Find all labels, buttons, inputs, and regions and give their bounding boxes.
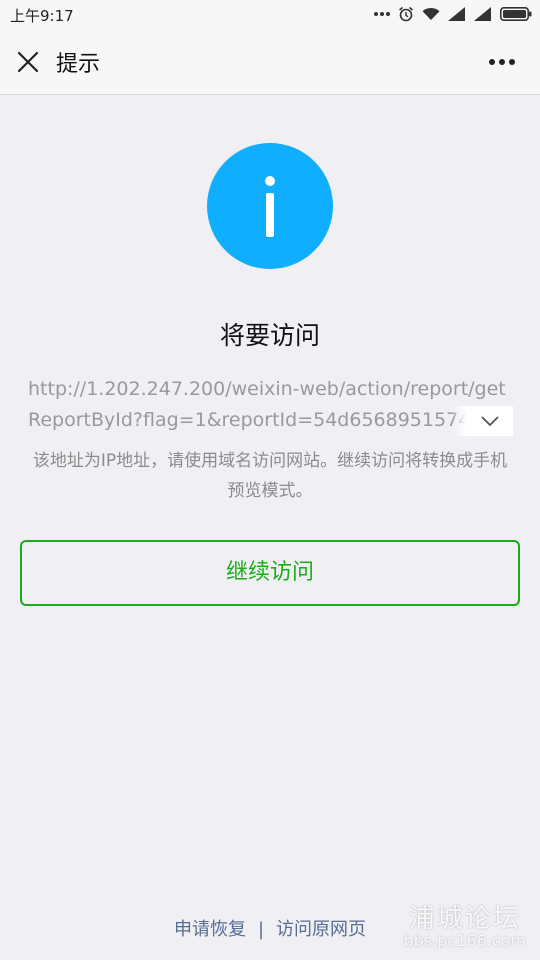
footer-separator: |	[257, 919, 265, 940]
more-icon[interactable]	[488, 58, 516, 66]
signal-icon	[448, 7, 465, 21]
status-bar: 上午9:17	[0, 0, 540, 28]
target-url: http://1.202.247.200/weixin-web/action/r…	[28, 378, 506, 431]
info-icon-dot	[265, 176, 275, 186]
status-time: 上午9:17	[10, 7, 74, 25]
more-notifications-icon	[374, 12, 390, 16]
wifi-icon	[422, 8, 440, 20]
close-icon[interactable]	[14, 48, 42, 76]
continue-button[interactable]: 继续访问	[20, 540, 520, 606]
battery-icon	[500, 7, 532, 21]
watermark-url: bbs.pc166.com	[403, 931, 526, 950]
watermark: 浦城论坛 bbs.pc166.com	[404, 898, 526, 950]
watermark-title: 浦城论坛	[408, 904, 521, 934]
info-icon	[207, 143, 333, 269]
signal-icon-2	[474, 7, 491, 21]
chevron-down-icon	[481, 416, 499, 427]
visit-original-link[interactable]: 访问原网页	[276, 919, 366, 940]
apply-restore-link[interactable]: 申请恢复	[174, 919, 246, 940]
status-icons	[374, 4, 532, 24]
heading: 将要访问	[219, 321, 320, 350]
ip-notice: 该地址为IP地址，请使用域名访问网站。继续访问将转换成手机预览模式。	[32, 451, 508, 501]
page-title: 提示	[56, 52, 101, 77]
nav-bar: 提示	[0, 28, 540, 95]
alarm-icon	[398, 6, 414, 22]
url-expand-button[interactable]	[451, 406, 513, 436]
info-icon-bar	[266, 193, 274, 237]
